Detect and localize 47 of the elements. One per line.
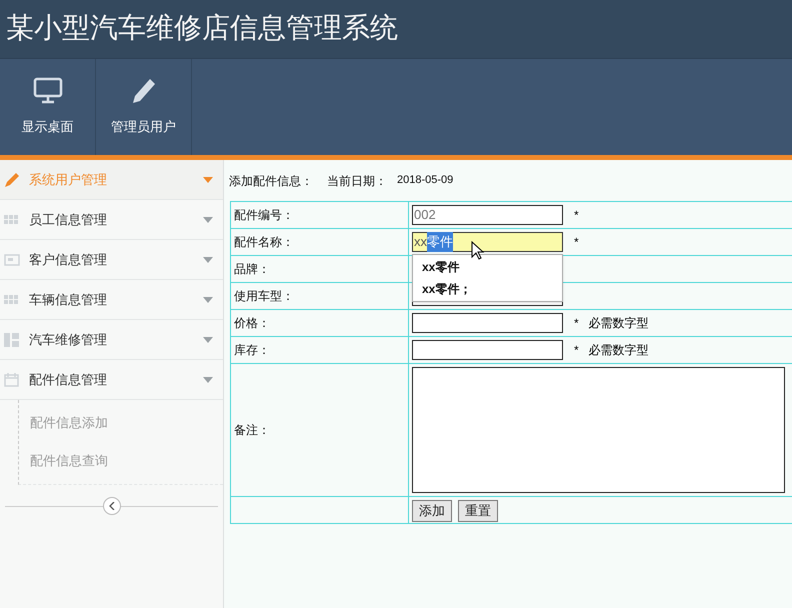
- input-field[interactable]: [412, 340, 563, 360]
- field-label: 价格：: [234, 315, 270, 332]
- field-label: 配件编号：: [234, 207, 294, 224]
- chevron-left-icon: [108, 502, 114, 510]
- grid-icon: [4, 215, 19, 224]
- required-mark: *: [574, 315, 579, 332]
- input-field[interactable]: [412, 313, 563, 333]
- sidebar-item[interactable]: 汽车维修管理: [0, 320, 223, 360]
- caret-icon: [203, 296, 213, 302]
- field-label: 配件名称：: [234, 234, 294, 251]
- required-mark: *: [574, 234, 579, 251]
- required-mark: *: [574, 342, 579, 359]
- sidebar-item[interactable]: 车辆信息管理: [0, 280, 223, 320]
- pencil-icon: [130, 77, 156, 106]
- calendar-icon: [4, 372, 19, 386]
- field-label: 品牌：: [234, 261, 270, 278]
- card-icon: [4, 254, 20, 266]
- field-hint: 必需数字型: [588, 342, 649, 359]
- app-title: 某小型汽车维修店信息管理系统: [6, 12, 398, 46]
- suggestion-item[interactable]: xx零件: [413, 256, 562, 278]
- field-label: 备注：: [234, 422, 270, 439]
- suggestion-item[interactable]: xx零件；: [413, 278, 562, 300]
- pencil-icon: [4, 172, 20, 188]
- date-value: 2018-05-09: [397, 173, 454, 188]
- caret-icon: [203, 176, 213, 182]
- caret-icon: [203, 216, 213, 222]
- grid-icon: [4, 295, 19, 304]
- page-heading: 添加配件信息：: [229, 173, 313, 190]
- input-field[interactable]: xx零件: [412, 232, 563, 252]
- caret-icon: [203, 336, 213, 342]
- caret-icon: [203, 256, 213, 262]
- sidebar-item[interactable]: 员工信息管理: [0, 200, 223, 240]
- textarea-field[interactable]: [412, 367, 785, 493]
- date-label: 当前日期：: [327, 173, 387, 190]
- sidebar-item[interactable]: 配件信息管理: [0, 360, 223, 400]
- collapse-button[interactable]: [102, 497, 120, 515]
- sidebar-item[interactable]: 客户信息管理: [0, 240, 223, 280]
- field-hint: 必需数字型: [588, 315, 649, 332]
- form-button[interactable]: 添加: [412, 500, 452, 522]
- required-mark: *: [574, 207, 579, 224]
- input-field[interactable]: 002: [412, 205, 563, 225]
- caret-icon: [203, 376, 213, 382]
- panel-icon: [4, 332, 19, 346]
- monitor-icon: [32, 77, 62, 106]
- field-label: 库存：: [234, 342, 270, 359]
- field-label: 使用车型：: [234, 288, 294, 305]
- form-button[interactable]: 重置: [458, 500, 498, 522]
